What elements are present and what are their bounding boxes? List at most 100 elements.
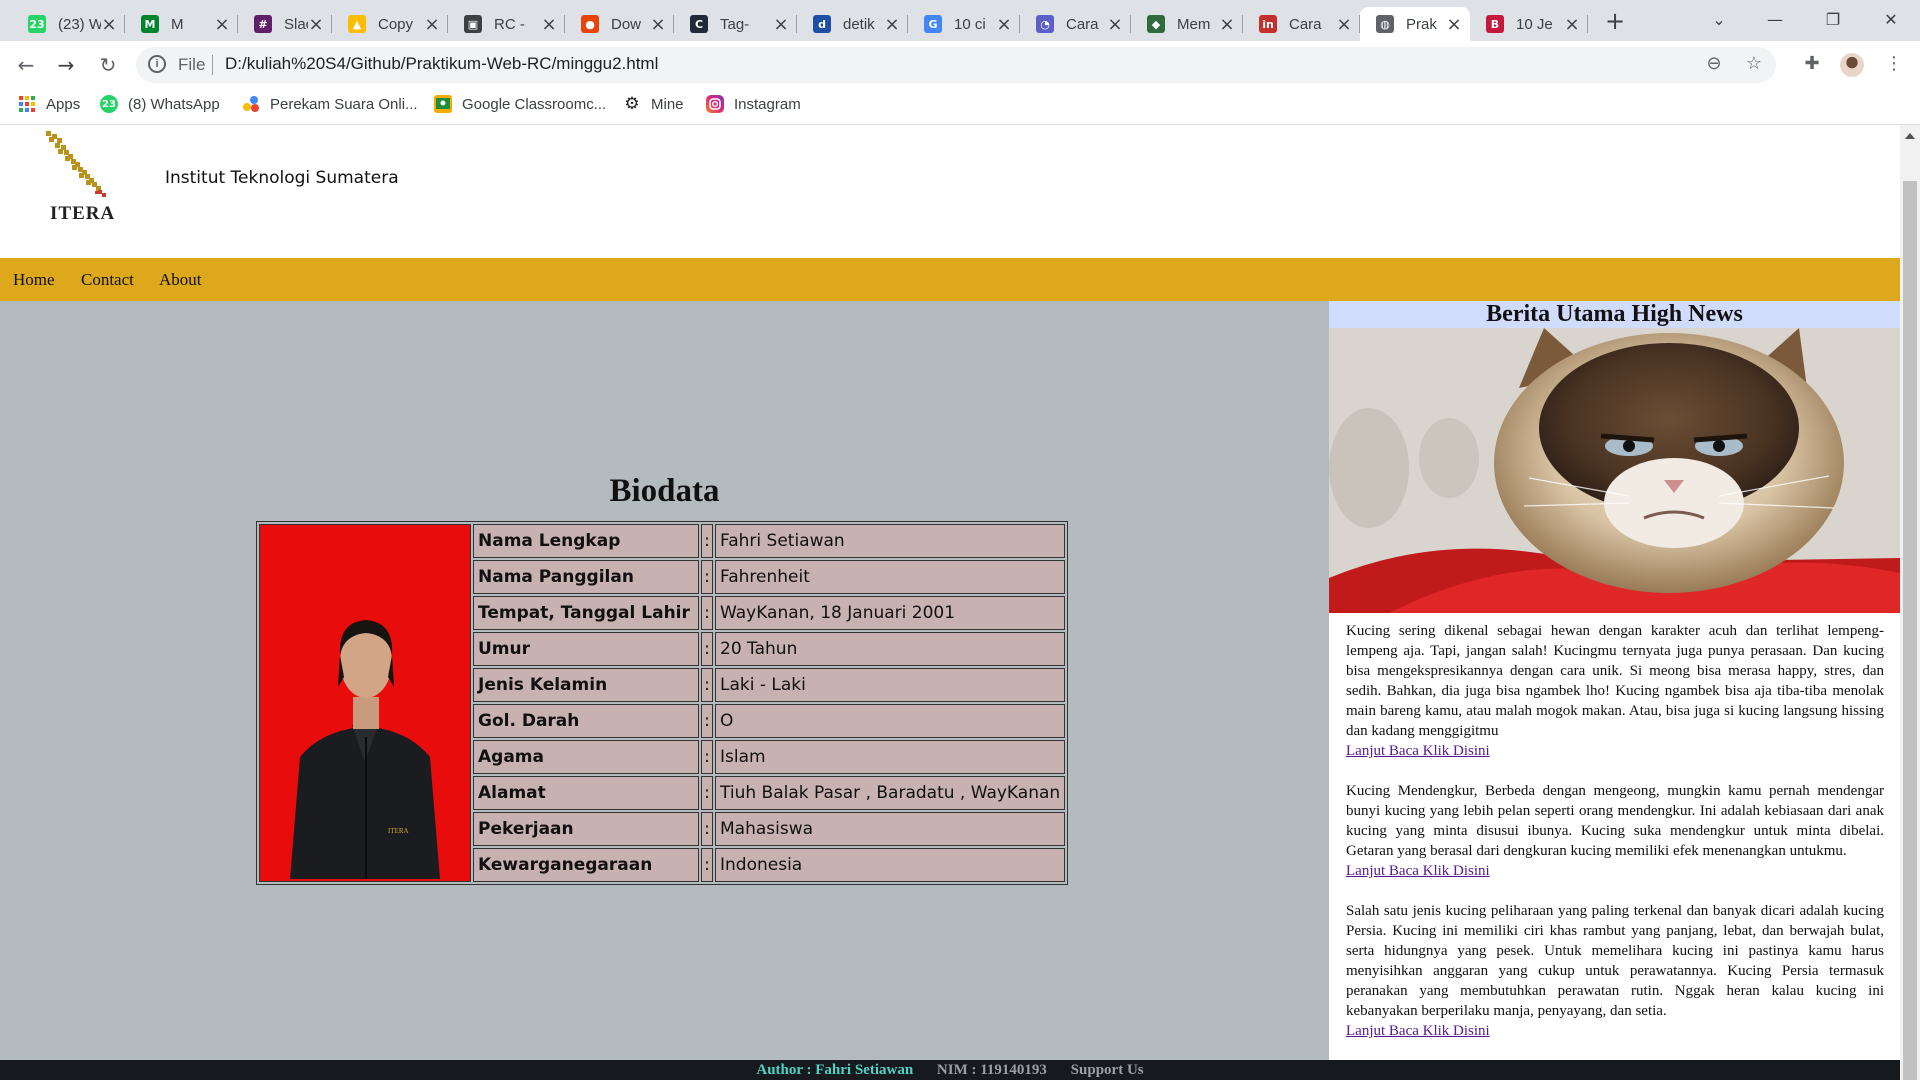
bootstrap-icon: B (1486, 15, 1504, 33)
minimize-button[interactable]: — (1748, 0, 1802, 41)
read-more-link[interactable]: Lanjut Baca Klik Disini (1346, 741, 1884, 761)
biodata-label: Tempat, Tanggal Lahir (473, 596, 699, 630)
bookmark-apps[interactable]: Apps (18, 95, 80, 113)
biodata-label: Alamat (473, 776, 699, 810)
biodata-colon: : (701, 704, 713, 738)
tab-9[interactable]: G 10 ci × (908, 7, 1020, 41)
site-footer: Author : Fahri Setiawan NIM : 119140193 … (0, 1060, 1900, 1080)
nav-about-link[interactable]: About (159, 270, 202, 290)
bookmarks-bar: Apps 23 (8) WhatsApp Perekam Suara Onli.… (0, 89, 1920, 125)
profile-avatar[interactable] (1840, 53, 1864, 77)
bookmark-star-icon[interactable]: ☆ (1742, 53, 1766, 77)
footer-support-link[interactable]: Support Us (1071, 1062, 1144, 1078)
close-tab-icon[interactable]: × (1446, 14, 1462, 35)
biodata-value: O (715, 704, 1066, 738)
close-tab-icon[interactable]: × (424, 14, 440, 35)
close-tab-icon[interactable]: × (1336, 14, 1352, 35)
recorder-icon (242, 95, 260, 113)
scroll-up-arrow[interactable] (1905, 133, 1915, 139)
biodata-colon: : (701, 524, 713, 558)
reload-button[interactable]: ↻ (92, 49, 124, 81)
google-drive-icon: ▲ (348, 15, 366, 33)
back-button[interactable]: ← (10, 49, 42, 81)
tab-14[interactable]: B 10 Je × (1470, 7, 1588, 41)
close-tab-icon[interactable]: × (773, 14, 789, 35)
zoom-icon[interactable]: ⊖ (1702, 53, 1726, 77)
tab-12[interactable]: in Cara × (1243, 7, 1360, 41)
close-tab-icon[interactable]: × (1107, 14, 1123, 35)
cube-icon: ◆ (1147, 15, 1165, 33)
bookmark-recorder[interactable]: Perekam Suara Onli... (242, 95, 418, 113)
tab-8[interactable]: d detik × (797, 7, 908, 41)
biodata-colon: : (701, 560, 713, 594)
nav-contact-link[interactable]: Contact (81, 270, 134, 290)
close-tab-icon[interactable]: × (1564, 14, 1580, 35)
close-tab-icon[interactable]: × (650, 14, 666, 35)
close-tab-icon[interactable]: × (541, 14, 557, 35)
tab-search-icon[interactable]: ⌄ (1692, 0, 1746, 41)
news-article-text: Kucing Mendengkur, Berbeda dengan mengeo… (1346, 783, 1884, 859)
close-tab-icon[interactable]: × (884, 14, 900, 35)
address-bar[interactable]: i File D:/kuliah%20S4/Github/Praktikum-W… (136, 47, 1776, 83)
site-info-icon[interactable]: i (148, 55, 166, 73)
extensions-icon[interactable]: ✚ (1800, 53, 1824, 77)
bookmark-whatsapp[interactable]: 23 (8) WhatsApp (100, 95, 220, 113)
url-text[interactable]: D:/kuliah%20S4/Github/Praktikum-Web-RC/m… (225, 54, 658, 74)
close-tab-icon[interactable]: × (308, 14, 324, 35)
tab-13[interactable]: ◍ Prak × (1360, 7, 1470, 41)
biodata-value: Fahrenheit (715, 560, 1066, 594)
biodata-colon: : (701, 740, 713, 774)
url-scheme: File (178, 55, 206, 74)
biodata-value: Mahasiswa (715, 812, 1066, 846)
menu-kebab-icon[interactable]: ⋮ (1882, 53, 1906, 77)
bookmark-mine[interactable]: ⚙ Mine (623, 94, 683, 114)
footer-author: Author : Fahri Setiawan (756, 1062, 914, 1078)
biodata-colon: : (701, 776, 713, 810)
tab-1[interactable]: 23 (23) W × (12, 7, 125, 41)
tab-5[interactable]: ▣ RC - × (448, 7, 565, 41)
nav-home-link[interactable]: Home (13, 270, 55, 290)
tab-3[interactable]: # Slack× (238, 7, 332, 41)
news-article-text: Salah satu jenis kucing peliharaan yang … (1346, 903, 1884, 1019)
tab-10[interactable]: ◔ Cara × (1020, 7, 1131, 41)
new-tab-button[interactable]: + (1600, 7, 1630, 37)
maximize-button[interactable]: ❐ (1806, 0, 1860, 41)
tab-6[interactable]: ● Dow × (565, 7, 674, 41)
tab-title: detik (843, 15, 875, 33)
biodata-label: Kewarganegaraan (473, 848, 699, 882)
biodata-colon: : (701, 668, 713, 702)
page-scrollbar[interactable] (1900, 125, 1920, 1080)
biodata-value: Fahri Setiawan (715, 524, 1066, 558)
google-meet-icon: M (141, 15, 159, 33)
biodata-row: ITERA Nama Lengkap: Fahri Setiawan (259, 524, 1066, 882)
biodata-colon: : (701, 632, 713, 666)
teams-icon: ◔ (1036, 15, 1054, 33)
whatsapp-icon: 23 (28, 15, 46, 33)
biodata-label: Nama Lengkap (473, 524, 699, 558)
read-more-link[interactable]: Lanjut Baca Klik Disini (1346, 1021, 1884, 1041)
close-tab-icon[interactable]: × (1219, 14, 1235, 35)
biodata-label: Nama Panggilan (473, 560, 699, 594)
tab-title: Copy (378, 15, 414, 33)
close-tab-icon[interactable]: × (101, 14, 117, 35)
bookmark-instagram[interactable]: Instagram (706, 95, 801, 113)
tab-11[interactable]: ◆ Mem × (1131, 7, 1243, 41)
tab-7[interactable]: C Tag- × (674, 7, 797, 41)
close-tab-icon[interactable]: × (996, 14, 1012, 35)
site-navbar: Home Contact About (0, 258, 1900, 301)
read-more-link[interactable]: Lanjut Baca Klik Disini (1346, 861, 1884, 881)
bookmark-label: (8) WhatsApp (128, 95, 220, 113)
slack-icon: # (254, 15, 272, 33)
close-tab-icon[interactable]: × (214, 14, 230, 35)
close-window-button[interactable]: ✕ (1864, 0, 1918, 41)
biodata-title: Biodata (609, 473, 720, 509)
classroom-icon (434, 95, 452, 113)
biodata-label: Gol. Darah (473, 704, 699, 738)
scroll-thumb[interactable] (1903, 181, 1917, 1080)
tab-divider (1587, 15, 1588, 33)
forward-button[interactable]: → (50, 49, 82, 81)
bookmark-classroom[interactable]: Google Classroomc... (434, 95, 606, 113)
bookmark-label: Apps (46, 95, 81, 113)
tab-4[interactable]: ▲ Copy × (332, 7, 448, 41)
tab-2[interactable]: M M × (125, 7, 238, 41)
